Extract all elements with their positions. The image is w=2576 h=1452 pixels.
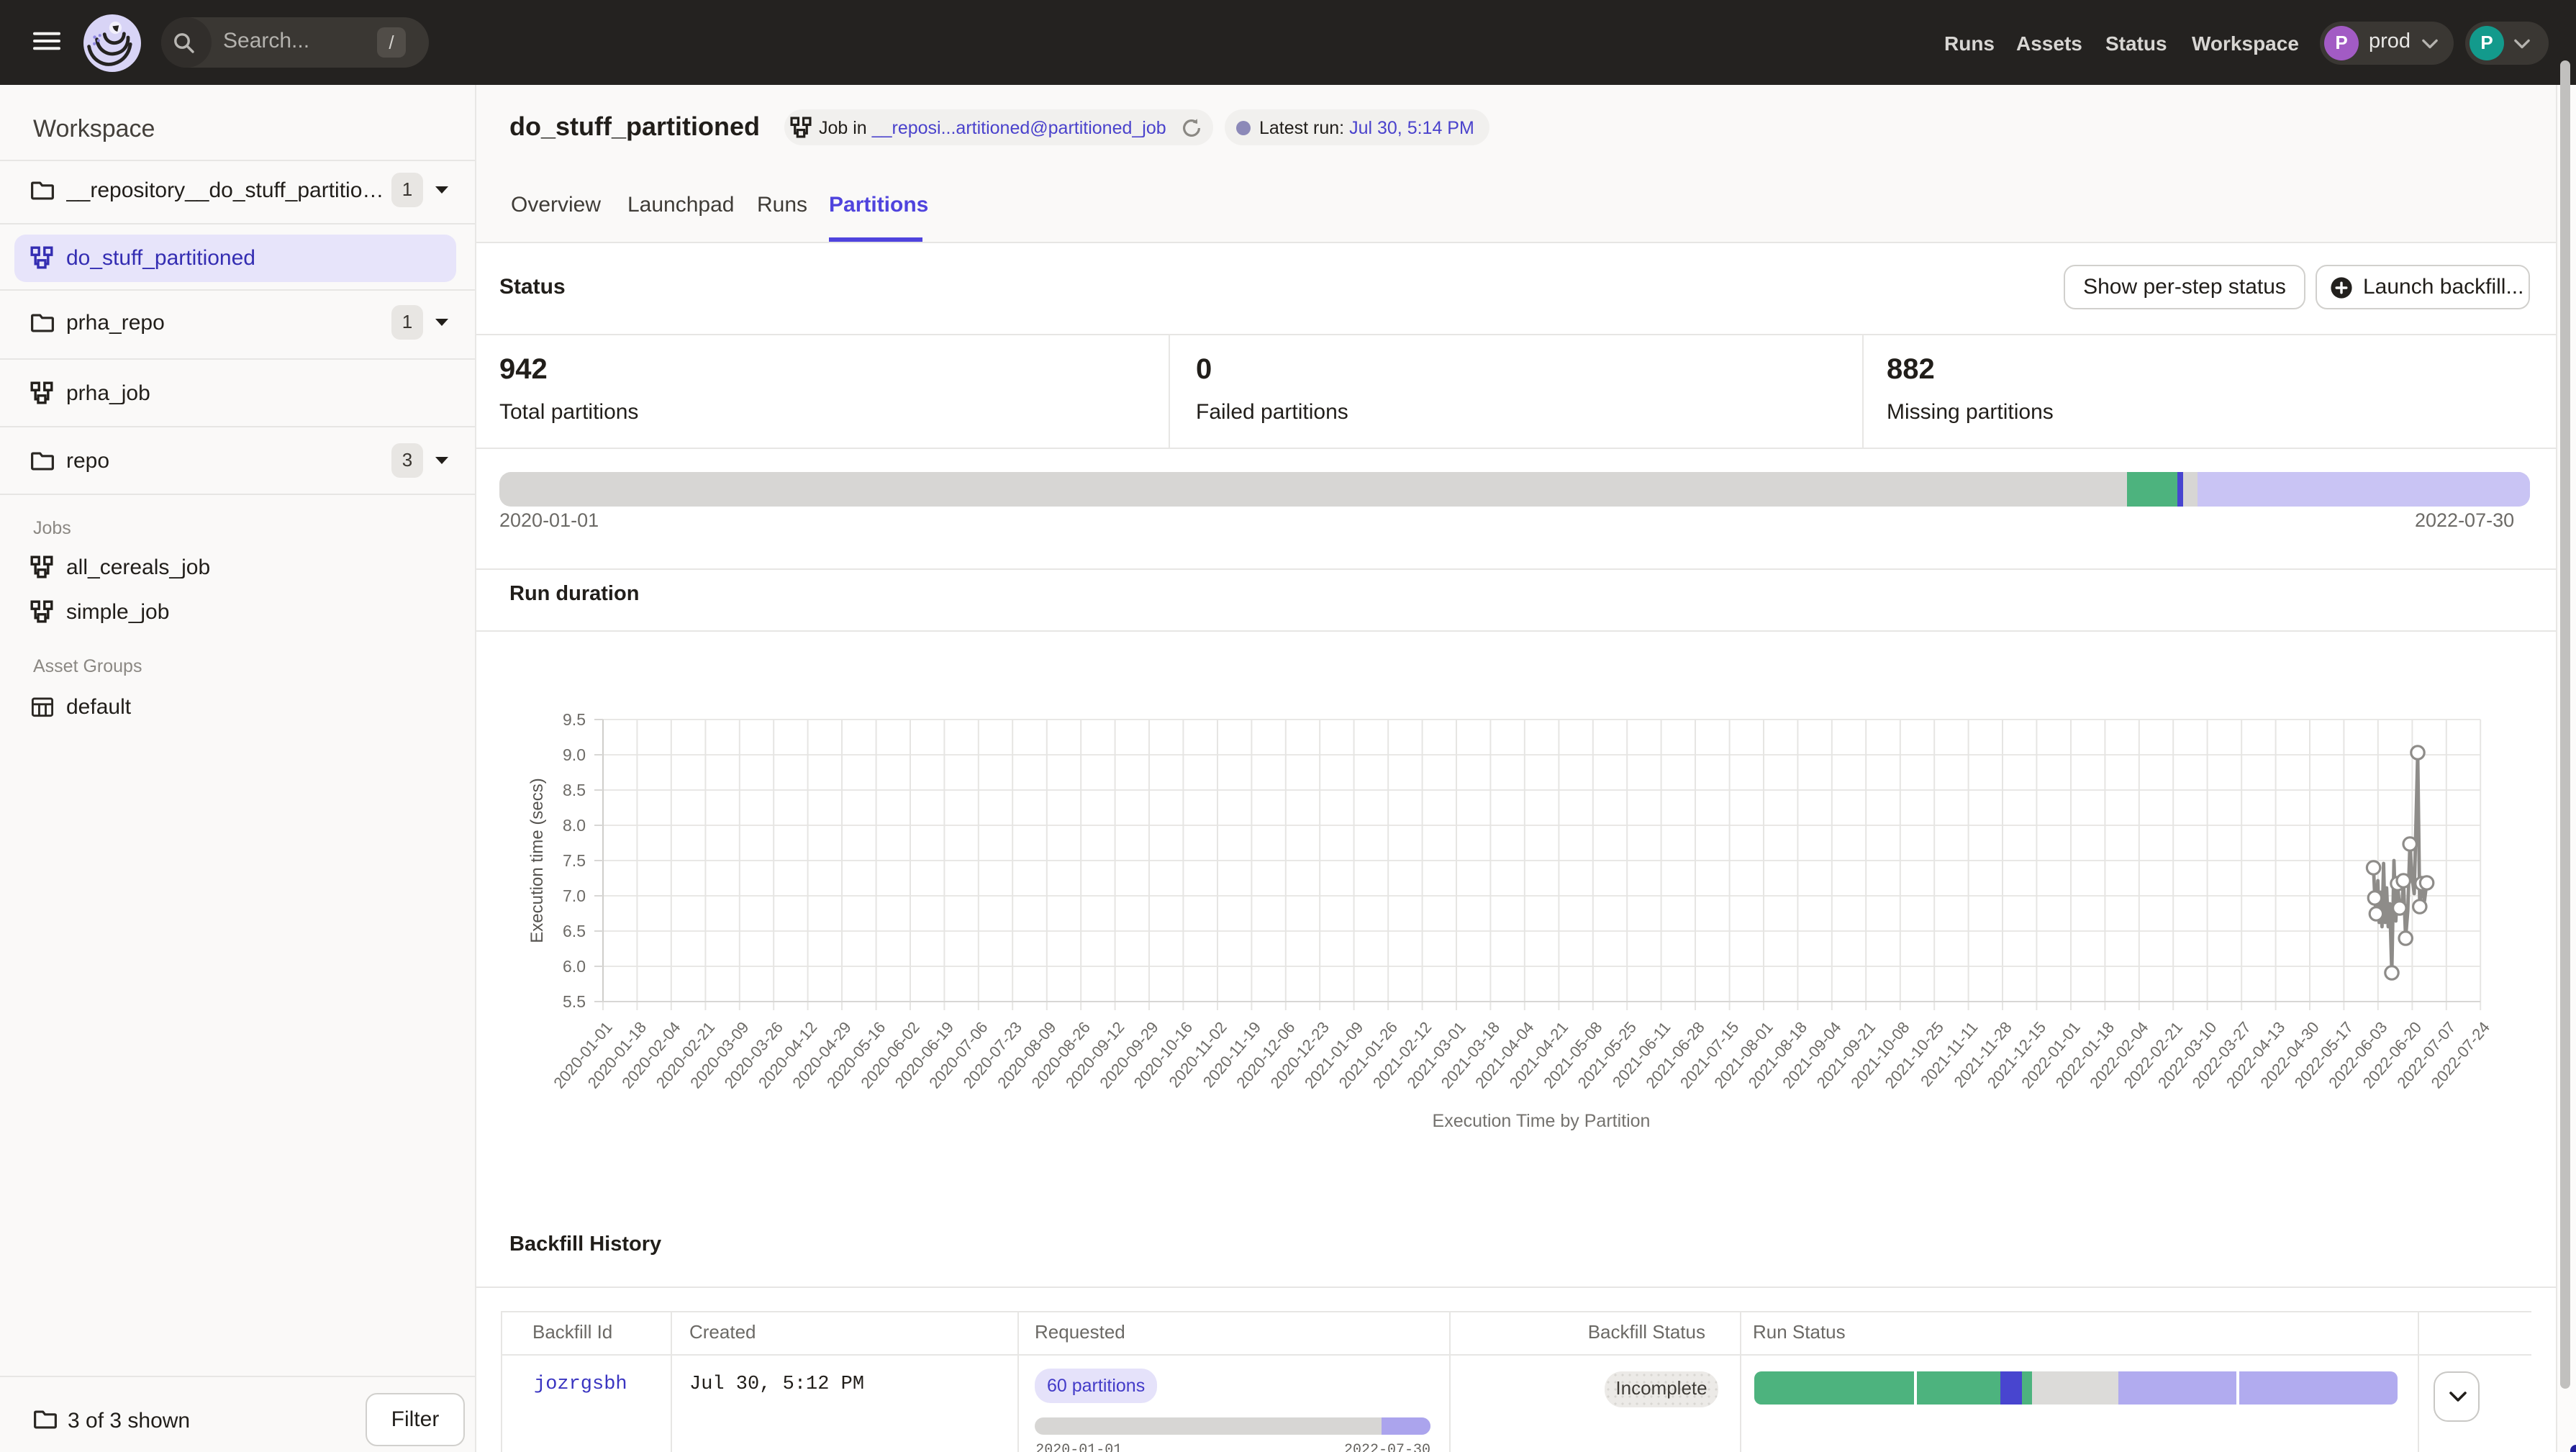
svg-text:8.0: 8.0 — [563, 816, 586, 835]
svg-text:7.5: 7.5 — [563, 851, 586, 870]
svg-text:Execution time (secs): Execution time (secs) — [527, 778, 547, 943]
svg-text:5.5: 5.5 — [563, 992, 586, 1011]
svg-text:9.5: 9.5 — [563, 710, 586, 729]
svg-text:8.5: 8.5 — [563, 781, 586, 799]
svg-text:7.0: 7.0 — [563, 886, 586, 905]
svg-text:6.5: 6.5 — [563, 922, 586, 940]
svg-text:9.0: 9.0 — [563, 745, 586, 764]
svg-text:Execution Time by Partition: Execution Time by Partition — [1433, 1111, 1651, 1131]
svg-text:6.0: 6.0 — [563, 957, 586, 976]
